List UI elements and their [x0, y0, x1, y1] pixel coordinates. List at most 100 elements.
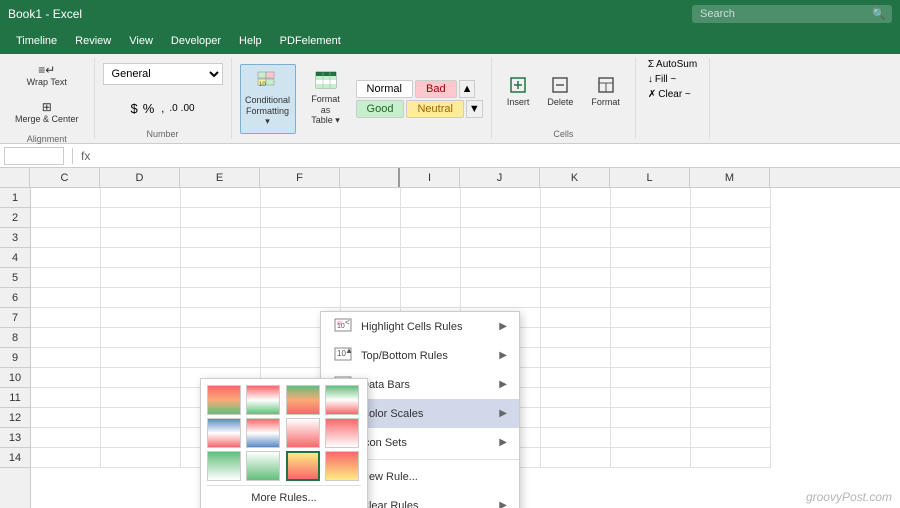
table-cell[interactable]: [101, 428, 181, 448]
formula-input[interactable]: [94, 150, 896, 162]
fill-button[interactable]: ↓ Fill ~: [644, 73, 701, 86]
table-cell[interactable]: [31, 208, 101, 228]
search-input[interactable]: [692, 5, 892, 23]
row-6[interactable]: 6: [0, 288, 30, 308]
table-cell[interactable]: [31, 388, 101, 408]
table-cell[interactable]: [181, 288, 261, 308]
table-cell[interactable]: [31, 428, 101, 448]
table-cell[interactable]: [101, 368, 181, 388]
table-cell[interactable]: [541, 208, 611, 228]
menu-item-timeline[interactable]: Timeline: [8, 32, 65, 50]
table-cell[interactable]: [541, 188, 611, 208]
table-cell[interactable]: [691, 188, 771, 208]
name-box[interactable]: [4, 147, 64, 165]
table-cell[interactable]: [461, 208, 541, 228]
table-cell[interactable]: [611, 308, 691, 328]
table-cell[interactable]: [181, 328, 261, 348]
good-style[interactable]: Good: [356, 100, 405, 118]
table-cell[interactable]: [541, 408, 611, 428]
menu-item-help[interactable]: Help: [231, 32, 270, 50]
delete-button[interactable]: Delete: [540, 62, 580, 122]
table-cell[interactable]: [691, 408, 771, 428]
row-14[interactable]: 14: [0, 448, 30, 468]
table-cell[interactable]: [341, 268, 401, 288]
table-cell[interactable]: [31, 448, 101, 468]
table-cell[interactable]: [691, 328, 771, 348]
table-cell[interactable]: [101, 388, 181, 408]
table-cell[interactable]: [461, 248, 541, 268]
currency-button[interactable]: $: [130, 101, 137, 116]
table-cell[interactable]: [101, 268, 181, 288]
row-4[interactable]: 4: [0, 248, 30, 268]
row-7[interactable]: 7: [0, 308, 30, 328]
table-cell[interactable]: [31, 328, 101, 348]
table-cell[interactable]: [541, 228, 611, 248]
table-cell[interactable]: [691, 448, 771, 468]
table-cell[interactable]: [611, 188, 691, 208]
table-cell[interactable]: [31, 308, 101, 328]
format-as-table-button[interactable]: Format asTable ▾: [300, 64, 352, 134]
table-cell[interactable]: [401, 248, 461, 268]
table-cell[interactable]: [101, 188, 181, 208]
table-cell[interactable]: [611, 388, 691, 408]
table-cell[interactable]: [181, 308, 261, 328]
row-3[interactable]: 3: [0, 228, 30, 248]
row-2[interactable]: 2: [0, 208, 30, 228]
row-9[interactable]: 9: [0, 348, 30, 368]
table-cell[interactable]: [261, 248, 341, 268]
table-cell[interactable]: [31, 288, 101, 308]
table-cell[interactable]: [101, 328, 181, 348]
table-cell[interactable]: [461, 268, 541, 288]
scale-white-red[interactable]: [286, 418, 320, 448]
table-cell[interactable]: [611, 248, 691, 268]
table-cell[interactable]: [401, 208, 461, 228]
row-1[interactable]: 1: [0, 188, 30, 208]
menu-item-developer[interactable]: Developer: [163, 32, 229, 50]
table-cell[interactable]: [461, 228, 541, 248]
table-cell[interactable]: [401, 288, 461, 308]
table-cell[interactable]: [341, 188, 401, 208]
col-header-l[interactable]: L: [610, 168, 690, 187]
increase-decimal-button[interactable]: .00: [181, 103, 195, 114]
col-header-j[interactable]: J: [460, 168, 540, 187]
table-cell[interactable]: [341, 248, 401, 268]
table-cell[interactable]: [31, 248, 101, 268]
row-10[interactable]: 10: [0, 368, 30, 388]
table-cell[interactable]: [691, 288, 771, 308]
table-cell[interactable]: [101, 288, 181, 308]
table-cell[interactable]: [101, 408, 181, 428]
scale-blue-white-red[interactable]: [207, 418, 241, 448]
bad-style[interactable]: Bad: [415, 80, 457, 98]
table-cell[interactable]: [31, 228, 101, 248]
table-cell[interactable]: [611, 288, 691, 308]
menu-item-review[interactable]: Review: [67, 32, 119, 50]
row-13[interactable]: 13: [0, 428, 30, 448]
col-header-i[interactable]: I: [400, 168, 460, 187]
col-header-e[interactable]: E: [180, 168, 260, 187]
table-cell[interactable]: [261, 208, 341, 228]
menu-highlight-cells[interactable]: 10 < Highlight Cells Rules ▶: [321, 312, 519, 341]
row-11[interactable]: 11: [0, 388, 30, 408]
table-cell[interactable]: [341, 208, 401, 228]
decrease-decimal-button[interactable]: .0: [169, 103, 177, 114]
table-cell[interactable]: [541, 428, 611, 448]
table-cell[interactable]: [401, 188, 461, 208]
autosum-button[interactable]: Σ AutoSum: [644, 58, 701, 71]
table-cell[interactable]: [31, 348, 101, 368]
table-cell[interactable]: [691, 348, 771, 368]
scale-red-white-blue[interactable]: [246, 418, 280, 448]
styles-scroll-down[interactable]: ▼: [466, 100, 483, 118]
table-cell[interactable]: [181, 208, 261, 228]
table-cell[interactable]: [541, 388, 611, 408]
col-header-c[interactable]: C: [30, 168, 100, 187]
table-cell[interactable]: [341, 288, 401, 308]
table-cell[interactable]: [691, 268, 771, 288]
table-cell[interactable]: [401, 268, 461, 288]
table-cell[interactable]: [541, 268, 611, 288]
table-cell[interactable]: [691, 208, 771, 228]
table-cell[interactable]: [541, 288, 611, 308]
col-header-m[interactable]: M: [690, 168, 770, 187]
table-cell[interactable]: [541, 328, 611, 348]
table-cell[interactable]: [181, 188, 261, 208]
table-cell[interactable]: [691, 248, 771, 268]
